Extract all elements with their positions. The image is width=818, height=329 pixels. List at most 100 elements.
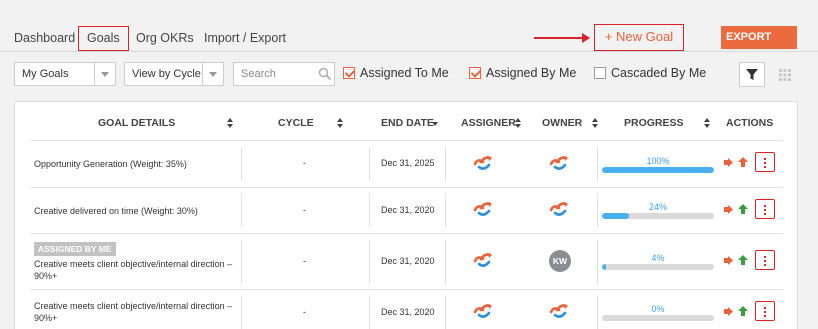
cell-divider: [597, 193, 598, 227]
owner-logo-icon[interactable]: [548, 153, 574, 173]
progress-percent: 100%: [646, 156, 670, 166]
cell-divider: [445, 193, 446, 227]
owner-logo-icon[interactable]: [548, 199, 574, 219]
row-divider: [30, 289, 783, 290]
cell-divider: [369, 147, 370, 181]
assigned-to-me-label: Assigned To Me: [360, 66, 449, 80]
progress-percent: 4%: [651, 253, 665, 263]
progress-percent: 24%: [648, 202, 667, 212]
cell-divider: [597, 147, 598, 181]
cell-divider: [445, 240, 446, 284]
row-divider: [30, 233, 783, 234]
sort-icon[interactable]: [227, 118, 235, 129]
tab-dashboard[interactable]: Dashboard: [14, 31, 75, 45]
share-icon[interactable]: [723, 204, 734, 215]
arrow-up-icon[interactable]: [737, 305, 749, 317]
view-by-value: View by Cycle: [132, 68, 201, 80]
grid-icon: [779, 69, 791, 81]
share-icon[interactable]: [723, 306, 734, 317]
arrow-up-icon[interactable]: [737, 254, 749, 266]
new-goal-button[interactable]: + New Goal: [594, 24, 684, 51]
cycle-value: -: [303, 256, 306, 266]
end-date-value: Dec 31, 2025: [381, 158, 435, 168]
checkbox-unchecked-icon: [594, 67, 606, 79]
progress-fill: [602, 264, 607, 270]
assigner-logo-icon[interactable]: [472, 199, 498, 219]
my-goals-select[interactable]: My Goals: [14, 62, 116, 86]
row-divider: [30, 187, 783, 188]
cycle-value: -: [303, 205, 306, 215]
sort-icon[interactable]: [704, 118, 712, 129]
avatar[interactable]: KW: [549, 250, 571, 272]
cycle-value: -: [303, 307, 306, 317]
funnel-icon: [746, 69, 758, 80]
checkbox-checked-icon: [343, 67, 355, 79]
owner-logo-icon[interactable]: [548, 301, 574, 321]
column-goal-details[interactable]: GOAL DETAILS: [98, 117, 175, 129]
chevron-down-icon: [202, 63, 223, 85]
goal-title[interactable]: Creative meets client objective/internal…: [34, 300, 234, 324]
filter-button[interactable]: [739, 62, 765, 87]
end-date-value: Dec 31, 2020: [381, 307, 435, 317]
progress-fill: [602, 213, 629, 219]
cell-divider: [597, 240, 598, 284]
cell-divider: [241, 193, 242, 227]
column-owner[interactable]: OWNER: [542, 117, 582, 129]
column-end-date[interactable]: END DATE: [381, 117, 434, 129]
progress-bar: [602, 167, 714, 173]
tab-org-okrs[interactable]: Org OKRs: [136, 31, 194, 45]
more-options-button[interactable]: [755, 199, 775, 219]
progress-percent: 0%: [651, 304, 665, 314]
cell-divider: [445, 147, 446, 181]
assigner-logo-icon[interactable]: [472, 250, 498, 270]
view-by-select[interactable]: View by Cycle: [124, 62, 224, 86]
cascaded-by-me-label: Cascaded By Me: [611, 66, 707, 80]
goal-title[interactable]: Creative meets client objective/internal…: [34, 258, 234, 282]
more-options-button[interactable]: [755, 301, 775, 321]
tab-import-export[interactable]: Import / Export: [204, 31, 286, 45]
assigned-by-me-label: Assigned By Me: [486, 66, 577, 80]
column-progress[interactable]: PROGRESS: [624, 117, 684, 129]
more-options-button[interactable]: [755, 152, 775, 172]
assigner-logo-icon[interactable]: [472, 301, 498, 321]
cell-divider: [369, 240, 370, 284]
sort-icon[interactable]: [515, 118, 523, 129]
column-actions: ACTIONS: [726, 117, 774, 129]
column-assigner[interactable]: ASSIGNER: [461, 117, 516, 129]
progress-fill: [602, 167, 714, 173]
share-icon[interactable]: [723, 255, 734, 266]
search-icon[interactable]: [318, 67, 332, 81]
more-options-button[interactable]: [755, 250, 775, 270]
tab-goals[interactable]: Goals: [78, 26, 129, 51]
checkbox-checked-icon: [469, 67, 481, 79]
progress-bar: [602, 213, 714, 219]
column-cycle[interactable]: CYCLE: [278, 117, 314, 129]
annotation-arrow: [534, 33, 590, 43]
grid-view-button[interactable]: [772, 62, 798, 87]
export-button[interactable]: EXPORT: [721, 26, 797, 49]
goal-title[interactable]: Opportunity Generation (Weight: 35%): [34, 158, 234, 170]
cell-divider: [241, 295, 242, 329]
cell-divider: [241, 147, 242, 181]
goal-title[interactable]: Creative delivered on time (Weight: 30%): [34, 205, 234, 217]
sort-icon[interactable]: [337, 118, 345, 129]
cycle-value: -: [303, 158, 306, 168]
cell-divider: [369, 193, 370, 227]
sort-icon[interactable]: [592, 118, 600, 129]
end-date-value: Dec 31, 2020: [381, 205, 435, 215]
progress-bar: [602, 264, 714, 270]
cell-divider: [369, 295, 370, 329]
assigned-by-me-badge: ASSIGNED BY ME: [34, 242, 116, 256]
arrow-up-icon[interactable]: [737, 203, 749, 215]
cell-divider: [445, 295, 446, 329]
cell-divider: [241, 240, 242, 284]
assigner-logo-icon[interactable]: [472, 153, 498, 173]
share-icon[interactable]: [723, 157, 734, 168]
cell-divider: [597, 295, 598, 329]
arrow-up-icon[interactable]: [737, 156, 749, 168]
my-goals-value: My Goals: [22, 68, 69, 80]
sort-desc-icon[interactable]: [432, 122, 438, 126]
chevron-down-icon: [94, 63, 115, 85]
row-divider: [30, 140, 783, 141]
end-date-value: Dec 31, 2020: [381, 256, 435, 266]
